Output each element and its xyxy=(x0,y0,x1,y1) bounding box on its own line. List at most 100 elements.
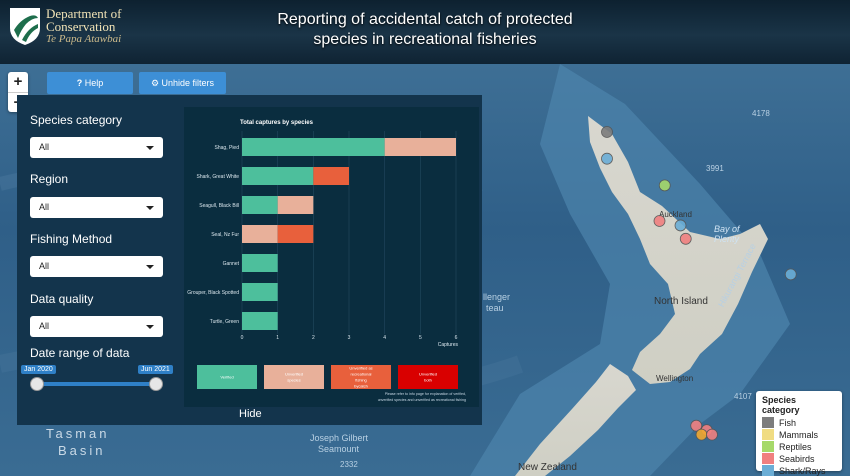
legend-swatch xyxy=(762,429,774,440)
map-marker-seabirds xyxy=(679,232,692,245)
chart-legend-label: Verified xyxy=(220,375,233,380)
filter-panel: Species category All Region All Fishing … xyxy=(17,95,482,425)
chevron-down-icon xyxy=(146,265,154,269)
chart-legend-label: species xyxy=(287,378,301,383)
chart-bar xyxy=(242,196,278,214)
legend-swatch xyxy=(762,441,774,452)
hide-button[interactable]: Hide xyxy=(239,408,262,420)
chart-x-tick-label: 6 xyxy=(455,335,458,341)
brand-line3: Te Papa Atawbai xyxy=(46,33,122,45)
chart-category-label: Turtle, Green xyxy=(210,319,239,325)
chart-bar xyxy=(384,138,456,156)
map-marker-shark-rays xyxy=(601,152,613,165)
chart-x-tick-label: 4 xyxy=(383,335,386,341)
legend-label: Reptiles xyxy=(779,442,812,452)
species-category-value: All xyxy=(39,142,50,152)
chart-footnote: Please refer to info page for explanatio… xyxy=(385,392,466,396)
date-range-label: Date range of data xyxy=(30,346,130,360)
chart-x-axis-label: Captures xyxy=(438,342,459,348)
chart-legend-label: fishing xyxy=(355,378,367,383)
chevron-down-icon xyxy=(146,325,154,329)
legend-label: Mammals xyxy=(779,430,819,440)
chart-x-tick-label: 1 xyxy=(276,335,279,341)
chart-legend-label: Unverified xyxy=(285,372,303,377)
chart-category-label: Shag, Pied xyxy=(215,145,240,151)
chart-bar xyxy=(277,196,314,214)
fishing-method-label: Fishing Method xyxy=(30,232,113,246)
region-select[interactable]: All xyxy=(30,197,163,218)
legend-item-shark-rays: Shark/Rays xyxy=(762,465,836,476)
captures-chart: Total captures by species 0 1 2 3 4 5 6 Captures… xyxy=(184,107,479,407)
chart-title: Total captures by species xyxy=(240,120,314,126)
help-button[interactable]: ? Help xyxy=(47,72,133,94)
legend-label: Seabirds xyxy=(779,454,815,464)
legend-item-mammals: Mammals xyxy=(762,429,836,441)
date-range-start-handle[interactable] xyxy=(30,377,44,391)
chart-bar xyxy=(313,167,349,185)
chart-legend-label: Unverified xyxy=(419,372,437,377)
map-marker-seabirds xyxy=(653,215,666,227)
chart-legend-label: Unverified as xyxy=(349,366,372,371)
chart-legend-label: both xyxy=(424,378,432,383)
legend-title: Species category xyxy=(762,395,800,415)
species-legend: Species category Fish Mammals Reptiles S… xyxy=(756,391,842,476)
fishing-method-select[interactable]: All xyxy=(30,256,163,277)
map-marker-mammals xyxy=(695,428,708,441)
chart-bar xyxy=(277,225,314,243)
chevron-down-icon xyxy=(146,146,154,150)
chart-footnote: unverified species and unverified as rec… xyxy=(378,398,466,402)
chart-x-tick-label: 2 xyxy=(312,335,315,341)
brand: Department of Conservation Te Papa Atawb… xyxy=(46,7,121,46)
map-marker-shark-rays xyxy=(674,219,687,232)
map-marker-shark-rays xyxy=(784,268,797,281)
legend-swatch xyxy=(762,417,774,428)
doc-logo xyxy=(10,8,40,45)
legend-item-reptiles: Reptiles xyxy=(762,441,836,453)
chart-legend-label: recreational xyxy=(351,372,372,377)
date-range-slider[interactable] xyxy=(37,382,157,386)
brand-line2: Conservation xyxy=(46,19,116,34)
chart-bar xyxy=(242,283,278,301)
legend-item-seabirds: Seabirds xyxy=(762,453,836,465)
chart-bar xyxy=(242,254,278,272)
species-category-label: Species category xyxy=(30,113,123,127)
chart-bar xyxy=(242,312,278,330)
map-marker-seabirds xyxy=(706,428,718,441)
date-range-end-tag: Jun 2021 xyxy=(138,365,173,374)
zoom-in-button[interactable]: + xyxy=(8,72,28,92)
unhide-filters-label: Unhide filters xyxy=(161,78,215,88)
chart-bar xyxy=(242,225,278,243)
data-quality-select[interactable]: All xyxy=(30,316,163,337)
region-label: Region xyxy=(30,172,69,186)
species-category-select[interactable]: All xyxy=(30,137,163,158)
page-title: Reporting of accidental catch of protect… xyxy=(230,10,620,50)
map-marker-fish xyxy=(601,126,613,138)
header: Department of Conservation Te Papa Atawb… xyxy=(0,0,850,64)
chart-bar xyxy=(242,167,314,185)
legend-label: Fish xyxy=(779,418,797,428)
legend-label: Shark/Rays xyxy=(779,466,826,476)
help-icon: ? xyxy=(76,78,83,88)
date-range-start-tag: Jan 2020 xyxy=(21,365,56,374)
chart-x-tick-label: 3 xyxy=(348,335,351,341)
data-quality-label: Data quality xyxy=(30,292,94,306)
legend-swatch xyxy=(762,465,774,476)
chart-bar xyxy=(242,138,385,156)
chart-category-label: Gannet xyxy=(223,261,240,267)
data-quality-value: All xyxy=(39,321,50,331)
unhide-filters-button[interactable]: ⚙ Unhide filters xyxy=(139,72,226,94)
date-range-end-handle[interactable] xyxy=(149,377,163,391)
help-label: Help xyxy=(84,78,104,88)
chart-category-label: Seal, Nz Fur xyxy=(211,232,239,238)
chart-category-label: Seagull, Black Bill xyxy=(199,203,239,209)
chart-x-tick-label: 0 xyxy=(241,335,244,341)
fishing-method-value: All xyxy=(39,261,50,271)
legend-swatch xyxy=(762,453,774,464)
chevron-down-icon xyxy=(146,206,154,210)
gear-icon: ⚙ xyxy=(150,78,160,88)
map-marker-reptiles xyxy=(658,179,671,192)
chart-legend-label: bycatch xyxy=(354,384,368,389)
chart-category-label: Shark, Great White xyxy=(196,174,239,180)
captures-chart-svg: Total captures by species 0 1 2 3 4 5 6Captures… xyxy=(187,120,466,402)
region-value: All xyxy=(39,202,50,212)
